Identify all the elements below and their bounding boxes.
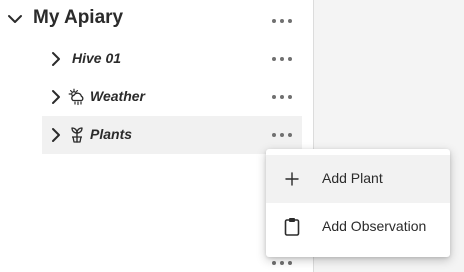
more-horizontal-icon[interactable] <box>272 54 292 64</box>
more-horizontal-icon[interactable] <box>272 258 292 268</box>
tree-node-plants[interactable]: Plants <box>42 116 302 154</box>
weather-icon <box>68 88 84 106</box>
tree-node-label: Hive 01 <box>72 50 122 66</box>
add-observation-menu-item[interactable]: Add Observation <box>266 203 450 251</box>
context-menu: Add Plant Add Observation <box>266 149 450 257</box>
tree-node-label: Weather <box>90 88 145 104</box>
more-horizontal-icon[interactable] <box>272 16 292 26</box>
plus-icon <box>285 172 299 186</box>
tree-node-label: Plants <box>90 126 133 142</box>
chevron-right-icon[interactable] <box>48 51 64 67</box>
clipboard-icon <box>284 218 300 236</box>
chevron-right-icon[interactable] <box>48 127 64 143</box>
more-horizontal-icon[interactable] <box>272 130 292 140</box>
menu-item-label: Add Plant <box>322 170 383 186</box>
chevron-down-icon[interactable] <box>7 11 23 27</box>
tree-node-weather[interactable]: Weather <box>42 78 302 116</box>
menu-item-label: Add Observation <box>322 218 427 234</box>
tree-node-hive[interactable]: Hive 01 <box>42 40 302 78</box>
more-horizontal-icon[interactable] <box>272 92 292 102</box>
tree-root-node[interactable]: My Apiary <box>0 2 300 36</box>
plant-icon <box>71 127 83 143</box>
add-plant-menu-item[interactable]: Add Plant <box>266 155 450 203</box>
chevron-right-icon[interactable] <box>48 89 64 105</box>
tree-root-label: My Apiary <box>33 7 124 28</box>
